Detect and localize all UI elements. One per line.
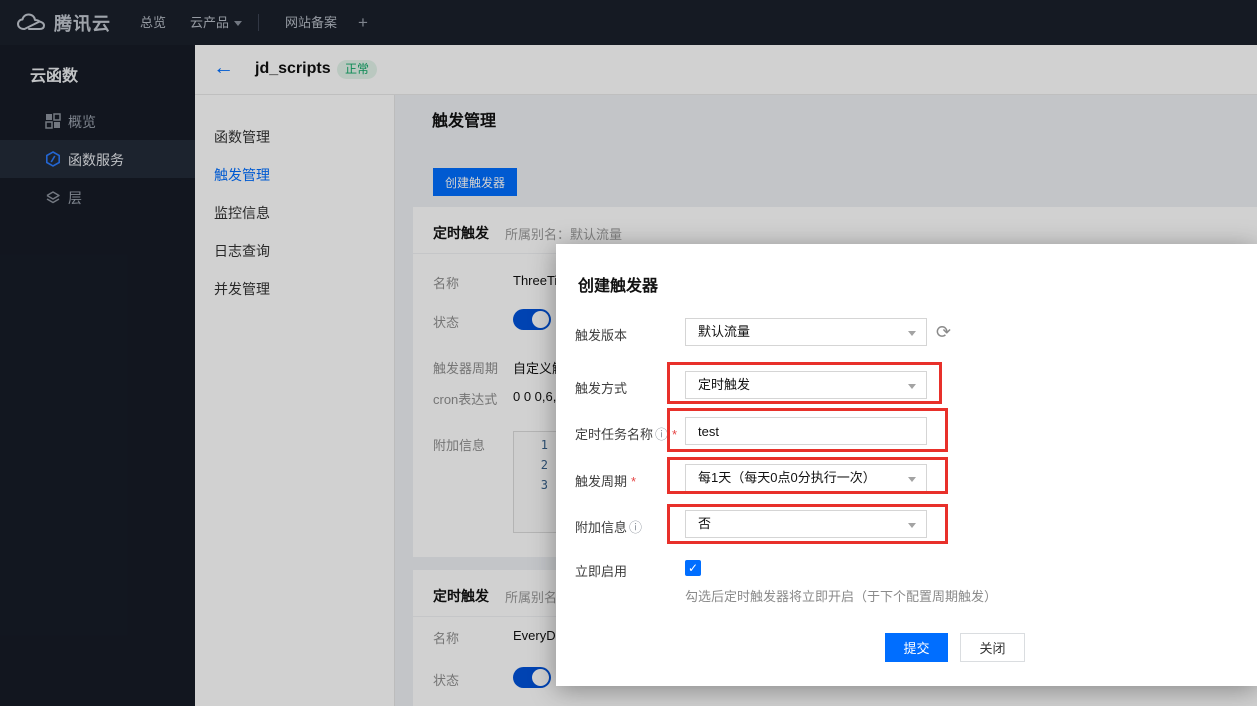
info-icon: ⓘ bbox=[655, 427, 668, 442]
trigger-version-value: 默认流量 bbox=[698, 324, 750, 339]
task-name-label: 定时任务名称ⓘ* bbox=[575, 424, 677, 443]
extra-info-label: 附加信息ⓘ bbox=[575, 517, 642, 536]
task-name-input[interactable] bbox=[685, 417, 927, 445]
enable-now-label: 立即启用 bbox=[575, 561, 627, 580]
trigger-method-select[interactable]: 定时触发 bbox=[685, 371, 927, 399]
info-icon: ⓘ bbox=[629, 520, 642, 535]
modal-title: 创建触发器 bbox=[578, 272, 658, 296]
extra-info-select[interactable]: 否 bbox=[685, 510, 927, 538]
required-asterisk: * bbox=[631, 474, 636, 489]
trigger-method-value: 定时触发 bbox=[698, 377, 750, 392]
trigger-version-select[interactable]: 默认流量 bbox=[685, 318, 927, 346]
close-button[interactable]: 关闭 bbox=[960, 633, 1025, 662]
enable-now-checkbox-checked[interactable]: ✓ bbox=[685, 560, 701, 576]
chevron-down-icon bbox=[908, 384, 916, 389]
extra-info-value: 否 bbox=[698, 516, 711, 531]
trigger-period-select[interactable]: 每1天（每天0点0分执行一次） bbox=[685, 464, 927, 492]
trigger-version-label: 触发版本 bbox=[575, 325, 627, 344]
trigger-period-label: 触发周期* bbox=[575, 471, 636, 490]
required-asterisk: * bbox=[672, 427, 677, 442]
trigger-method-label: 触发方式 bbox=[575, 378, 627, 397]
chevron-down-icon bbox=[908, 523, 916, 528]
create-trigger-modal: 创建触发器 触发版本 默认流量 ⟳ 触发方式 定时触发 定时任务名称ⓘ* 触发周… bbox=[556, 244, 1257, 686]
trigger-period-value: 每1天（每天0点0分执行一次） bbox=[698, 470, 876, 485]
chevron-down-icon bbox=[908, 477, 916, 482]
refresh-icon[interactable]: ⟳ bbox=[936, 322, 951, 343]
submit-button[interactable]: 提交 bbox=[885, 633, 948, 662]
chevron-down-icon bbox=[908, 331, 916, 336]
enable-now-hint: 勾选后定时触发器将立即开启（于下个配置周期触发） bbox=[685, 586, 997, 605]
